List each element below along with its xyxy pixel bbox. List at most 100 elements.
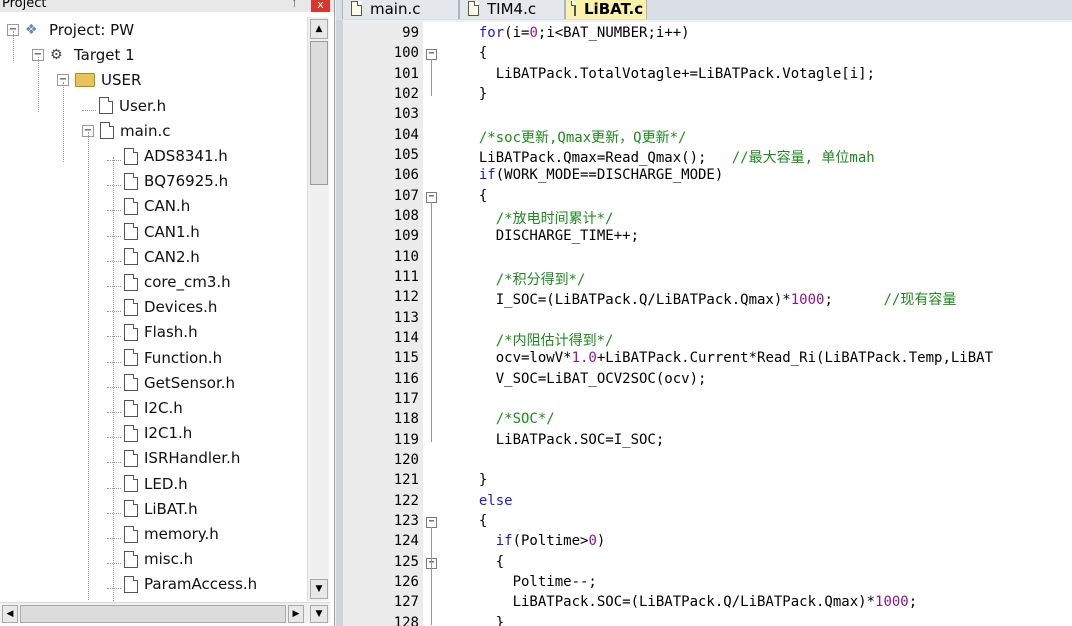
- tab-label: TIM4.c: [487, 0, 537, 18]
- tree-item[interactable]: Devices.h: [107, 295, 217, 319]
- code-line[interactable]: /*放电时间累计*/: [462, 208, 614, 228]
- pin-icon[interactable]: ᛘ: [291, 0, 298, 9]
- code-line[interactable]: }: [462, 472, 487, 488]
- tree-connector: [107, 223, 124, 241]
- code-line[interactable]: LiBATPack.TotalVotagle+=LiBATPack.Votagl…: [462, 66, 875, 82]
- tree-item[interactable]: Function.h: [107, 346, 222, 370]
- code-line[interactable]: LiBATPack.SOC=I_SOC;: [462, 432, 665, 448]
- code-line[interactable]: V_SOC=LiBAT_OCV2SOC(ocv);: [462, 371, 707, 387]
- code-line[interactable]: {: [462, 554, 504, 570]
- code-line[interactable]: DISCHARGE_TIME++;: [462, 228, 639, 244]
- code-line[interactable]: else: [462, 493, 513, 509]
- tree-item[interactable]: − USER: [57, 68, 141, 92]
- line-number: 102: [393, 85, 419, 102]
- tree-item[interactable]: − main.c: [82, 119, 171, 143]
- tree-item[interactable]: ADS8341.h: [107, 144, 228, 168]
- tree-item-label: misc.h: [144, 550, 194, 569]
- tree-item[interactable]: Flash.h: [107, 320, 198, 344]
- scroll-up-button[interactable]: ▲: [310, 19, 328, 39]
- code-line[interactable]: /*soc更新,Qmax更新，Q更新*/: [462, 127, 687, 147]
- close-panel-button[interactable]: x: [311, 0, 330, 12]
- tree-item[interactable]: core_cm3.h: [107, 270, 231, 294]
- tree-item[interactable]: CAN1.h: [107, 220, 200, 244]
- tab-libat-c[interactable]: LiBAT.c: [565, 0, 647, 19]
- tree-item[interactable]: CAN.h: [107, 194, 190, 218]
- code-line[interactable]: {: [462, 45, 487, 61]
- line-number: 109: [393, 228, 419, 245]
- tree-item-label: Project: PW: [49, 21, 135, 39]
- tree-item[interactable]: ParamAccess.h: [107, 572, 257, 596]
- code-line[interactable]: if(WORK_MODE==DISCHARGE_MODE): [462, 167, 723, 183]
- code-line[interactable]: {: [462, 188, 487, 204]
- tab-label: main.c: [370, 0, 421, 18]
- tree-item-label: LED.h: [144, 474, 188, 493]
- tree-item-label: CAN2.h: [144, 247, 200, 266]
- line-number: 127: [393, 594, 419, 611]
- code-line[interactable]: {: [462, 513, 487, 529]
- file-icon: [124, 575, 138, 593]
- tree-item[interactable]: ISRHandler.h: [107, 446, 240, 470]
- tree-connector: [107, 248, 124, 266]
- file-icon: [124, 500, 138, 518]
- project-panel-title: Project: [2, 0, 47, 11]
- code-line[interactable]: ocv=lowV*1.0+LiBATPack.Current*Read_Ri(L…: [462, 350, 993, 366]
- file-icon: [124, 525, 138, 543]
- tab-main-c[interactable]: main.c: [342, 0, 459, 19]
- file-icon: [124, 323, 138, 341]
- tree-item[interactable]: BQ76925.h: [107, 169, 228, 193]
- tree-item[interactable]: I2C.h: [107, 396, 183, 420]
- line-number: 108: [393, 207, 419, 224]
- code-line[interactable]: I_SOC=(LiBATPack.Q/LiBATPack.Qmax)*1000;…: [462, 289, 957, 309]
- vertical-scrollbar[interactable]: ▲ ▼: [307, 17, 329, 601]
- tree-item[interactable]: LiBAT.h: [107, 497, 198, 521]
- file-icon: [124, 248, 138, 266]
- tree-connector: [107, 500, 124, 518]
- code-line[interactable]: /*SOC*/: [462, 411, 555, 427]
- tree-connector: [107, 374, 124, 392]
- tree-item[interactable]: GetSensor.h: [107, 371, 235, 395]
- scroll-right-button[interactable]: ▶: [288, 605, 304, 623]
- code-line[interactable]: Poltime--;: [462, 574, 597, 590]
- tree-item[interactable]: − ⚙ Target 1: [32, 43, 135, 67]
- scrollbar-thumb[interactable]: [310, 41, 328, 185]
- tree-item[interactable]: LED.h: [107, 472, 188, 496]
- tab-tim4-c[interactable]: TIM4.c: [459, 0, 565, 19]
- file-icon: [124, 475, 138, 493]
- tree-item[interactable]: User.h: [82, 94, 166, 118]
- horizontal-scrollbar[interactable]: ◀ ▶ ▼: [0, 602, 330, 623]
- code-line[interactable]: }: [462, 86, 487, 102]
- line-number: 112: [393, 289, 419, 306]
- code-line[interactable]: for(i=0;i<BAT_NUMBER;i++): [462, 25, 690, 41]
- code-line[interactable]: LiBATPack.Qmax=Read_Qmax(); //最大容量, 单位ma…: [462, 147, 875, 167]
- code-line[interactable]: LiBATPack.SOC=(LiBATPack.Q/LiBATPack.Qma…: [462, 594, 918, 610]
- line-number: 107: [393, 187, 419, 204]
- tree-item[interactable]: − ❖ Project: PW: [7, 18, 134, 42]
- line-number: 122: [393, 492, 419, 509]
- horizontal-scrollbar-thumb[interactable]: [20, 605, 286, 623]
- tree-item-label: I2C1.h: [144, 424, 193, 443]
- tree-item[interactable]: I2C1.h: [107, 421, 192, 445]
- tree-item[interactable]: misc.h: [107, 547, 193, 571]
- scroll-down-small-button[interactable]: ▼: [310, 605, 328, 623]
- line-number: 111: [393, 268, 419, 285]
- tree-connector: [107, 147, 124, 165]
- tab-label: LiBAT.c: [584, 0, 644, 18]
- tree-item[interactable]: CAN2.h: [107, 245, 200, 269]
- code-line[interactable]: /*内阻估计得到*/: [462, 330, 614, 350]
- code-line[interactable]: /*积分得到*/: [462, 269, 586, 289]
- file-icon: [124, 172, 138, 190]
- code-line[interactable]: }: [462, 615, 504, 626]
- line-number: 113: [393, 309, 419, 326]
- project-panel: Project ᛘ x − ❖ Project: PW − ⚙ Target 1− USER…: [0, 0, 335, 626]
- tree-item-label: CAN.h: [144, 197, 191, 216]
- code-line[interactable]: if(Poltime>0): [462, 533, 606, 549]
- scroll-left-button[interactable]: ◀: [2, 605, 18, 623]
- code-editor[interactable]: 99 100 101 102 103 104 105 106 107 108 109 110 111 11…: [343, 22, 1072, 626]
- tree-item[interactable]: memory.h: [107, 522, 219, 546]
- line-number: 115: [393, 350, 419, 367]
- tree-item-label: Function.h: [144, 348, 223, 367]
- scroll-down-button[interactable]: ▼: [310, 579, 328, 599]
- line-number: 105: [393, 146, 419, 163]
- tree-item-label: User.h: [119, 96, 167, 115]
- file-icon: [124, 399, 138, 417]
